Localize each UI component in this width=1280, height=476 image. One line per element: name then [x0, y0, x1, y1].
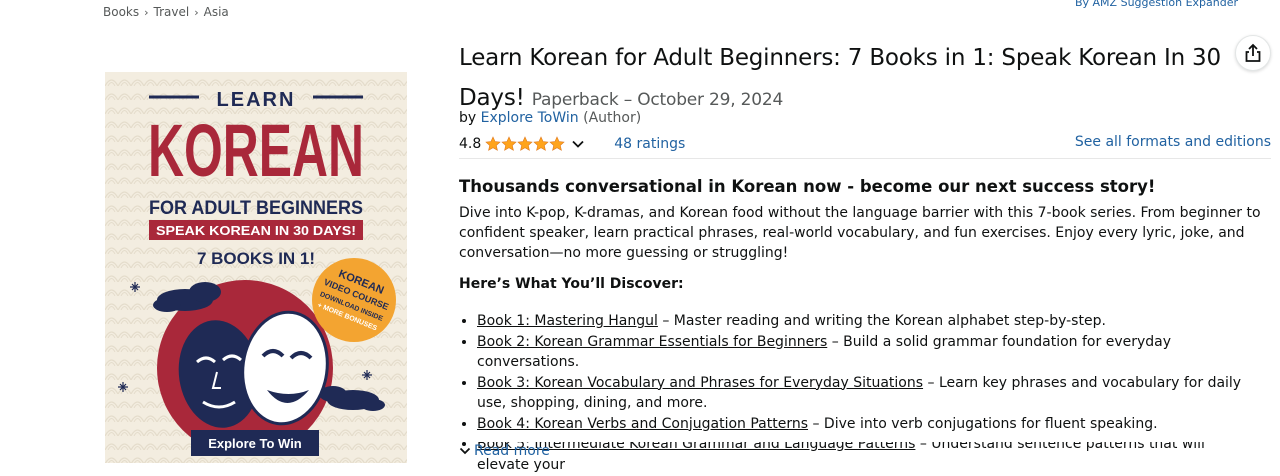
- author-link[interactable]: Explore ToWin: [481, 110, 579, 126]
- list-item: Book 4: Korean Verbs and Conjugation Pat…: [477, 414, 1259, 435]
- list-item: Book 3: Korean Vocabulary and Phrases fo…: [477, 373, 1259, 414]
- cover-books-count-text: 7 BOOKS IN 1!: [197, 249, 315, 268]
- byline-prefix: by: [459, 110, 477, 126]
- book-description: Thousands conversational in Korean now -…: [459, 176, 1274, 475]
- author-role: (Author): [583, 110, 642, 126]
- chevron-down-icon: [459, 447, 471, 455]
- chevron-right-icon: ›: [144, 5, 149, 19]
- rating-value: 4.8: [459, 136, 482, 152]
- product-title-block: Learn Korean for Adult Beginners: 7 Book…: [459, 38, 1229, 120]
- book-3-link[interactable]: Book 3: Korean Vocabulary and Phrases fo…: [477, 375, 923, 391]
- breadcrumb-travel[interactable]: Travel: [154, 5, 190, 19]
- suggestion-expander-link[interactable]: By AMZ Suggestion Expander: [1075, 0, 1238, 9]
- product-title: Learn Korean for Adult Beginners: 7 Book…: [459, 38, 1229, 120]
- list-item: Book 1: Mastering Hangul – Master readin…: [477, 311, 1259, 332]
- fade-mask: [459, 434, 1274, 442]
- rating-row: 4.8 48 ratings: [459, 134, 685, 154]
- star-icon: [549, 136, 565, 151]
- share-icon: [1245, 43, 1261, 62]
- star-icon: [533, 136, 549, 151]
- book-cover-image[interactable]: LEARN KOREAN FOR ADULT BEGINNERS SPEAK K…: [105, 72, 407, 463]
- list-item: Book 2: Korean Grammar Essentials for Be…: [477, 332, 1259, 373]
- book-list: Book 1: Mastering Hangul – Master readin…: [459, 311, 1259, 475]
- breadcrumb: Books › Travel › Asia: [103, 5, 229, 19]
- cover-publisher-text: Explore To Win: [208, 436, 302, 451]
- product-format: Paperback – October 29, 2024: [531, 90, 784, 110]
- description-paragraph: Dive into K-pop, K-dramas, and Korean fo…: [459, 205, 1261, 261]
- book-1-text: – Master reading and writing the Korean …: [657, 313, 1106, 329]
- book-4-text: – Dive into verb conjugations for fluent…: [808, 415, 1158, 432]
- cover-tagline-text: SPEAK KOREAN IN 30 DAYS!: [156, 223, 356, 238]
- cover-korean-text: KOREAN: [148, 109, 364, 192]
- book-2-link[interactable]: Book 2: Korean Grammar Essentials for Be…: [477, 334, 827, 350]
- cover-learn-text: LEARN: [217, 89, 296, 111]
- cover-subtitle-text: FOR ADULT BEGINNERS: [149, 198, 363, 219]
- read-more-link[interactable]: Read more: [459, 443, 550, 459]
- chevron-right-icon: ›: [194, 5, 199, 19]
- breadcrumb-books[interactable]: Books: [103, 5, 139, 19]
- share-button[interactable]: [1235, 35, 1271, 71]
- star-rating[interactable]: [485, 136, 565, 152]
- divider: [459, 158, 1271, 159]
- book-4-link[interactable]: Book 4: Korean Verbs and Conjugation Pat…: [477, 416, 808, 432]
- star-icon: [517, 136, 533, 151]
- star-icon: [485, 136, 501, 151]
- description-headline: Thousands conversational in Korean now -…: [459, 177, 1156, 196]
- star-icon: [501, 136, 517, 151]
- read-more-text: Read more: [474, 443, 550, 459]
- description-subhead: Here’s What You’ll Discover:: [459, 276, 684, 292]
- chevron-down-icon[interactable]: [571, 137, 585, 151]
- book-cover-art: LEARN KOREAN FOR ADULT BEGINNERS SPEAK K…: [105, 72, 407, 463]
- ratings-count-link[interactable]: 48 ratings: [614, 136, 685, 152]
- byline: by Explore ToWin (Author): [459, 110, 641, 126]
- breadcrumb-asia[interactable]: Asia: [204, 5, 229, 19]
- see-all-formats-link[interactable]: See all formats and editions: [1075, 134, 1271, 150]
- book-1-link[interactable]: Book 1: Mastering Hangul: [477, 313, 658, 329]
